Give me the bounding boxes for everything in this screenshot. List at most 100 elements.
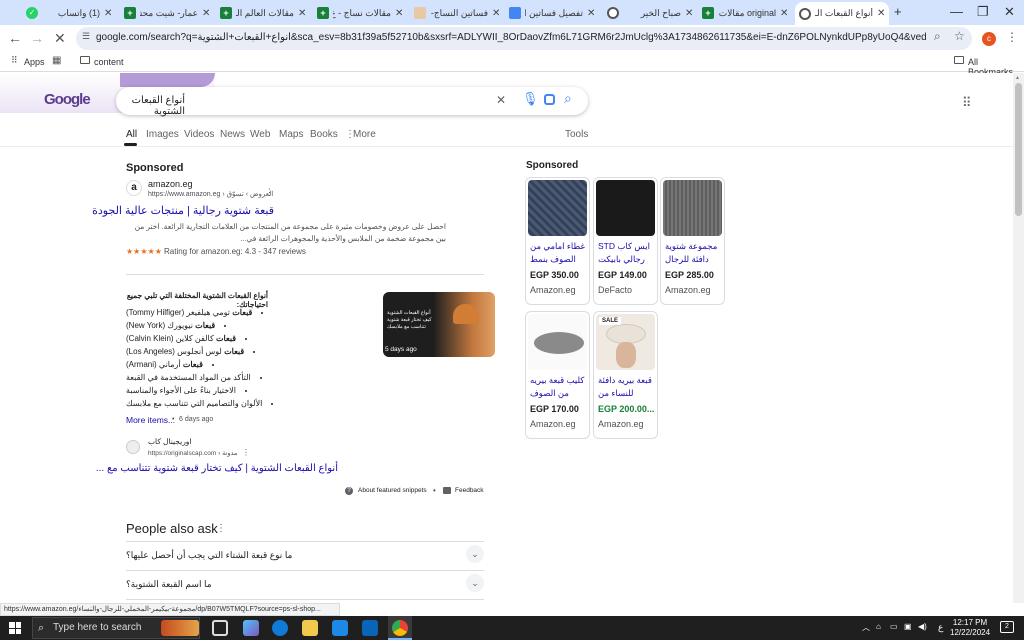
page-scrollbar[interactable]: ▲ bbox=[1013, 73, 1024, 603]
tab-books[interactable]: Books bbox=[310, 129, 338, 140]
browser-tab[interactable]: + مقالات العالم الر ✕ bbox=[216, 3, 306, 23]
back-icon[interactable]: ← bbox=[8, 30, 22, 46]
display-icon[interactable]: ▣ bbox=[904, 622, 912, 631]
product-card[interactable]: كليب قبعة بيريه من الصوف الفرنسي EGP 170… bbox=[525, 311, 590, 439]
browser-tab[interactable]: + مقالات نساج - ع ✕ bbox=[313, 3, 403, 23]
more-options-icon[interactable]: ⋮ bbox=[242, 448, 250, 457]
restore-icon[interactable]: ❐ bbox=[977, 4, 989, 20]
browser-tab[interactable]: تفصيل فساتين ا ✕ bbox=[505, 3, 595, 23]
store-icon[interactable] bbox=[332, 620, 348, 636]
system-clock[interactable]: 12:17 PM 12/22/2024 bbox=[950, 618, 990, 638]
search-input[interactable]: أنواع القبعات الشتوية bbox=[116, 95, 185, 117]
close-icon[interactable]: ✕ bbox=[685, 8, 693, 19]
lens-icon[interactable] bbox=[544, 94, 555, 105]
close-icon[interactable]: ✕ bbox=[780, 8, 788, 19]
close-icon[interactable]: ✕ bbox=[587, 8, 595, 19]
browser-tab[interactable]: + عمار- شيت محتو ✕ bbox=[120, 3, 210, 23]
tools-button[interactable]: Tools bbox=[565, 129, 588, 140]
product-name[interactable]: قبعة بيريه دافئة للنساء من كاشكي... bbox=[598, 374, 655, 400]
snippet-site-url[interactable]: https://originalscap.com › مدونة bbox=[148, 449, 237, 457]
search-bar[interactable]: أنواع القبعات الشتوية ✕ 🎙 ⌕ bbox=[116, 87, 588, 117]
volume-icon[interactable]: ◀) bbox=[918, 622, 927, 631]
product-card[interactable]: مجموعة شتوية دافئة للرجال EGP 285.00 Ama… bbox=[660, 177, 725, 305]
menu-kebab-icon[interactable]: ⋮ bbox=[1006, 30, 1018, 44]
task-view-icon[interactable] bbox=[212, 620, 228, 636]
bookmark-star-icon[interactable]: ☆ bbox=[954, 29, 965, 43]
tab-search-icon[interactable]: ▦ bbox=[52, 55, 61, 66]
close-icon[interactable]: ✕ bbox=[202, 8, 210, 19]
google-apps-icon[interactable]: ⠿ bbox=[962, 95, 972, 111]
scroll-up-icon[interactable]: ▲ bbox=[1015, 75, 1020, 81]
forward-icon[interactable]: → bbox=[30, 30, 44, 46]
voice-search-icon[interactable]: 🎙 bbox=[522, 91, 539, 107]
bookmark-apps[interactable]: Apps bbox=[24, 57, 45, 67]
scroll-thumb[interactable] bbox=[1015, 83, 1022, 216]
snippet-site-name[interactable]: اوريجينال كاب bbox=[148, 437, 192, 446]
bookmark-folder-content[interactable]: content bbox=[94, 57, 124, 67]
product-name[interactable]: غطاء امامي من الصوف بنمط الصداعي بريه bbox=[530, 240, 587, 266]
close-icon[interactable]: ✕ bbox=[877, 8, 885, 19]
paa-question[interactable]: ما اسم القبعة الشتوية؟ ⌄ bbox=[126, 570, 484, 596]
windows-start-icon[interactable] bbox=[9, 622, 21, 634]
paa-question[interactable]: ما نوع قبعة الشتاء التي يجب أن أحصل عليه… bbox=[126, 541, 484, 567]
snippet-thumbnail[interactable]: أنواع القبعات الشتوية كيف تختار قبعة شتو… bbox=[383, 292, 495, 357]
browser-tab[interactable]: فساتين النساج- ✕ bbox=[410, 3, 500, 23]
stop-loading-icon[interactable]: ✕ bbox=[54, 30, 66, 47]
browser-tab[interactable]: + original مقالات ✕ bbox=[698, 3, 788, 23]
taskbar-chrome-active[interactable] bbox=[388, 616, 412, 640]
feedback-link[interactable]: Feedback bbox=[455, 487, 484, 494]
browser-tab[interactable]: ✓ (1) واتساب ✕ bbox=[22, 3, 112, 23]
new-tab-button[interactable]: + bbox=[894, 4, 902, 19]
browser-tab[interactable]: صباح الخير ✕ bbox=[603, 3, 693, 23]
tab-all[interactable]: All bbox=[126, 129, 137, 140]
outlook-icon[interactable] bbox=[362, 620, 378, 636]
tab-images[interactable]: Images bbox=[146, 129, 179, 140]
network-icon[interactable]: ⌂ bbox=[876, 622, 881, 631]
product-card[interactable]: غطاء امامي من الصوف بنمط الصداعي بريه EG… bbox=[525, 177, 590, 305]
tray-chevron-icon[interactable]: ︿ bbox=[862, 622, 870, 633]
ad-site-url[interactable]: https://www.amazon.eg › العروض › تسوّق bbox=[148, 190, 273, 198]
tab-web[interactable]: Web bbox=[250, 129, 270, 140]
close-icon[interactable]: ✕ bbox=[104, 8, 112, 19]
profile-avatar[interactable]: c bbox=[982, 32, 996, 46]
copilot-icon[interactable] bbox=[243, 620, 259, 636]
product-name[interactable]: ايس كاب STD رجالي بابيكت bbox=[598, 240, 655, 266]
product-card[interactable]: ايس كاب STD رجالي بابيكت EGP 149.00 DeFa… bbox=[593, 177, 658, 305]
search-icon[interactable]: ⌕ bbox=[564, 90, 572, 107]
file-explorer-icon[interactable] bbox=[302, 620, 318, 636]
minimize-icon[interactable]: — bbox=[950, 4, 963, 19]
product-name[interactable]: كليب قبعة بيريه من الصوف الفرنسي bbox=[530, 374, 587, 400]
edge-icon[interactable] bbox=[272, 620, 288, 636]
tab-maps[interactable]: Maps bbox=[279, 129, 303, 140]
close-icon[interactable]: ✕ bbox=[298, 8, 306, 19]
battery-icon[interactable]: ▭ bbox=[890, 622, 898, 631]
snippet-title-link[interactable]: أنواع القبعات الشتوية | كيف تختار قبعة ش… bbox=[96, 463, 338, 474]
browser-tab-active[interactable]: أنواع القبعات الـ ✕ bbox=[795, 2, 890, 25]
more-options-icon[interactable]: ⋮ bbox=[216, 523, 226, 534]
close-window-icon[interactable]: ✕ bbox=[1004, 4, 1015, 20]
more-options-icon[interactable]: ⋮ bbox=[265, 187, 274, 198]
zoom-icon[interactable]: ⌕ bbox=[934, 29, 941, 44]
url-text[interactable]: google.com/search?q=أنواع+القبعات+الشتوي… bbox=[96, 32, 926, 43]
close-icon[interactable]: ✕ bbox=[395, 8, 403, 19]
taskbar-search-box[interactable]: ⌕ Type here to search bbox=[32, 617, 200, 639]
ad-site-name[interactable]: amazon.eg bbox=[148, 179, 193, 189]
notification-icon[interactable]: 2 bbox=[1000, 621, 1014, 633]
chevron-down-icon[interactable]: ⌄ bbox=[466, 574, 484, 592]
tab-videos[interactable]: Videos bbox=[184, 129, 214, 140]
more-options-icon[interactable]: ⋮ bbox=[572, 159, 582, 170]
more-items-link[interactable]: More items... bbox=[126, 415, 175, 425]
tab-news[interactable]: News bbox=[220, 129, 245, 140]
snippet-list: قبعات تومي هيلفيغر (Tommy Hilfiger) قبعا… bbox=[126, 308, 376, 412]
product-card[interactable]: SALE قبعة بيريه دافئة للنساء من كاشكي...… bbox=[593, 311, 658, 439]
ad-title-link[interactable]: قبعة شتوية رجالية | منتجات عالية الجودة bbox=[92, 204, 274, 217]
chevron-down-icon[interactable]: ⌄ bbox=[466, 545, 484, 563]
tab-more[interactable]: More bbox=[353, 129, 376, 140]
close-icon[interactable]: ✕ bbox=[492, 8, 500, 19]
about-snippets-link[interactable]: About featured snippets bbox=[358, 487, 427, 494]
language-indicator[interactable]: ع bbox=[938, 622, 943, 633]
product-name[interactable]: مجموعة شتوية دافئة للرجال bbox=[665, 240, 722, 266]
address-bar[interactable]: ☰ google.com/search?q=أنواع+القبعات+الشت… bbox=[76, 27, 972, 50]
clear-icon[interactable]: ✕ bbox=[496, 93, 506, 107]
site-info-icon[interactable]: ☰ bbox=[82, 31, 90, 42]
